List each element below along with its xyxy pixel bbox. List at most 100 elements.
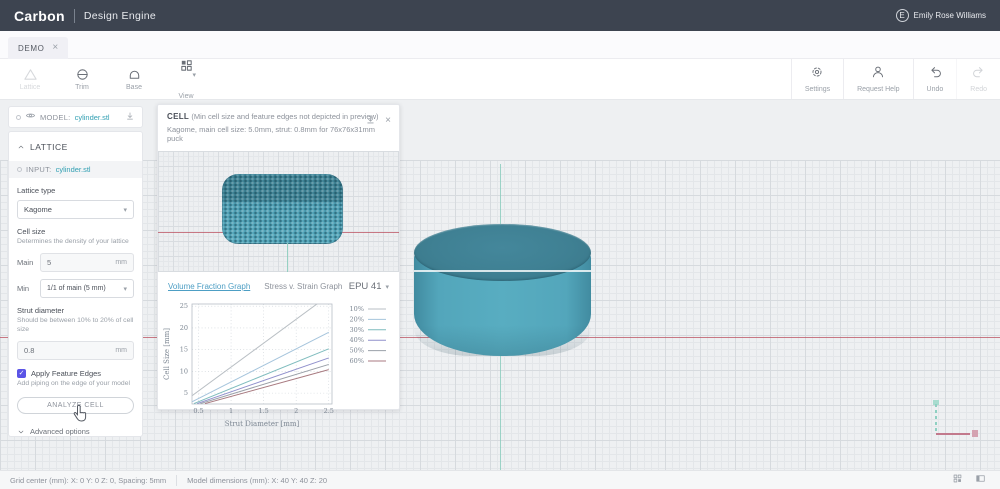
- brand-logo: Carbon: [14, 7, 65, 24]
- view-icon: ▾: [179, 58, 197, 91]
- gizmo-x-cap: [972, 430, 978, 437]
- main-cell-size-field: mm: [40, 253, 134, 273]
- strut-diameter-input[interactable]: [18, 346, 110, 356]
- svg-text:5: 5: [183, 389, 187, 397]
- cell-panel: CELL (Min cell size and feature edges no…: [157, 104, 400, 428]
- lattice-panel: LATTICE INPUT: cylinder.stl Lattice type…: [8, 131, 143, 437]
- puck-highlight-line: [414, 270, 591, 272]
- viewport-3d[interactable]: [0, 100, 1000, 470]
- lattice-section-header[interactable]: LATTICE: [9, 132, 142, 161]
- undo-icon: [928, 65, 942, 84]
- lattice-tool-button: Lattice: [8, 67, 52, 91]
- input-row: INPUT: cylinder.stl: [9, 161, 142, 178]
- strut-diameter-desc: Should be between 10% to 20% of cell siz…: [17, 317, 134, 333]
- checkbox-checked-icon[interactable]: ✓: [17, 369, 26, 379]
- trim-icon: [75, 67, 90, 82]
- grid-squares-icon[interactable]: [952, 471, 963, 489]
- gear-icon: [810, 65, 824, 84]
- model-radio-icon[interactable]: [16, 114, 21, 120]
- svg-text:20: 20: [179, 324, 187, 332]
- settings-button[interactable]: Settings: [790, 59, 843, 99]
- chevron-down-icon: ▾: [123, 206, 127, 214]
- grid-center-status: Grid center (mm): X: 0 Y: 0 Z: 0, Spacin…: [10, 475, 167, 485]
- user-name: Emily Rose Williams: [913, 11, 986, 20]
- lattice-type-select[interactable]: Kagome ▾: [17, 200, 134, 219]
- cell-size-desc: Determines the density of your lattice: [17, 238, 129, 245]
- tab-demo[interactable]: DEMO ×: [8, 37, 69, 59]
- min-cell-size-value: 1/1 of main (5 mm): [47, 285, 106, 293]
- lattice-cell-preview: [222, 174, 343, 244]
- preview-teal-axis-line: [287, 243, 288, 272]
- tab-close-icon[interactable]: ×: [52, 43, 58, 53]
- cell-panel-header: CELL (Min cell size and feature edges no…: [158, 105, 399, 148]
- redo-icon: [972, 65, 986, 84]
- user-menu[interactable]: E Emily Rose Williams: [895, 9, 986, 22]
- material-dropdown[interactable]: EPU 41 ▾: [349, 281, 389, 292]
- trim-tool-button[interactable]: Trim: [60, 67, 104, 91]
- cell-panel-note: (Min cell size and feature edges not dep…: [191, 112, 379, 121]
- svg-text:1.5: 1.5: [258, 407, 268, 415]
- chevron-down-icon: ▾: [123, 285, 127, 293]
- chevron-down-icon: ▾: [385, 283, 389, 291]
- brand-divider: [73, 8, 75, 23]
- redo-button: Redo: [956, 59, 1000, 99]
- download-icon[interactable]: [125, 108, 135, 126]
- request-help-button[interactable]: Request Help: [843, 59, 912, 99]
- eye-icon[interactable]: [25, 108, 36, 126]
- svg-text:30%: 30%: [349, 326, 363, 334]
- analyze-cell-button[interactable]: ANALYZE CELL: [17, 396, 134, 422]
- view-tool-button[interactable]: ▾ View: [164, 58, 208, 100]
- lattice-icon: [23, 67, 38, 82]
- volume-fraction-chart: 0.5 1 1.5 2 2.5 5 10 15 20 25 10% 20% 30% 40% 50% 60% St…: [163, 302, 386, 428]
- svg-text:25: 25: [179, 302, 187, 310]
- input-label: INPUT:: [26, 165, 52, 174]
- svg-text:2: 2: [294, 407, 298, 415]
- graph-tabs: Volume Fraction Graph Stress v. Strain G…: [158, 272, 399, 294]
- chevron-down-icon: [17, 423, 25, 436]
- svg-text:0.5: 0.5: [193, 407, 203, 415]
- model-label: MODEL:: [40, 112, 71, 122]
- cell-preview-area: [158, 151, 399, 272]
- main-label: Main: [17, 258, 34, 268]
- base-tool-button[interactable]: Base: [112, 67, 156, 91]
- input-radio-icon[interactable]: [17, 167, 22, 172]
- cell-size-label: Cell size: [17, 227, 46, 236]
- base-icon: [127, 67, 142, 82]
- status-bar: Grid center (mm): X: 0 Y: 0 Z: 0, Spacin…: [0, 470, 1000, 489]
- main-cell-size-input[interactable]: [41, 258, 110, 268]
- min-cell-size-select[interactable]: 1/1 of main (5 mm) ▾: [40, 279, 134, 299]
- apply-feature-edges-label: Apply Feature Edges: [31, 369, 102, 379]
- svg-text:60%: 60%: [349, 357, 363, 365]
- svg-text:Cell Size [mm]: Cell Size [mm]: [163, 328, 171, 380]
- svg-text:20%: 20%: [349, 315, 363, 323]
- lattice-type-label: Lattice type: [17, 186, 56, 195]
- close-icon[interactable]: ×: [385, 116, 391, 126]
- main-toolbar: Lattice Trim Base ▾ View Settings Reques…: [0, 59, 1000, 100]
- feature-edges-desc: Add piping on the edge of your model: [17, 380, 130, 388]
- svg-text:10: 10: [179, 367, 187, 375]
- gizmo-x-axis: [936, 433, 970, 435]
- strut-diameter-field: mm: [17, 341, 134, 361]
- lattice-section-title: LATTICE: [30, 142, 68, 152]
- main-cell-size-row: Main mm: [17, 253, 134, 273]
- download-icon[interactable]: [365, 112, 376, 130]
- svg-text:15: 15: [179, 346, 187, 354]
- model-filename: cylinder.stl: [74, 112, 110, 122]
- advanced-options-label: Advanced options: [30, 427, 90, 437]
- min-label: Min: [17, 284, 30, 294]
- layout-split-icon[interactable]: [975, 471, 986, 489]
- puck-top-surface: [414, 224, 591, 281]
- input-filename: cylinder.stl: [55, 165, 91, 174]
- svg-text:40%: 40%: [349, 336, 363, 344]
- undo-button[interactable]: Undo: [912, 59, 957, 99]
- model-cylinder-puck[interactable]: [414, 224, 591, 357]
- model-dimensions-status: Model dimensions (mm): X: 40 Y: 40 Z: 20: [187, 475, 328, 485]
- tab-stress-strain-graph[interactable]: Stress v. Strain Graph: [264, 282, 342, 291]
- apply-feature-edges-row[interactable]: ✓ Apply Feature Edges: [17, 369, 134, 379]
- cell-panel-subtitle: Kagome, main cell size: 5.0mm, strut: 0.…: [167, 125, 375, 143]
- strut-diameter-label: Strut diameter: [17, 306, 65, 316]
- strut-unit: mm: [115, 347, 127, 355]
- toolbar-right-group: Settings Request Help Undo Redo: [790, 59, 1000, 99]
- chevron-down-icon: ▾: [192, 72, 197, 79]
- tab-volume-fraction-graph[interactable]: Volume Fraction Graph: [168, 282, 250, 291]
